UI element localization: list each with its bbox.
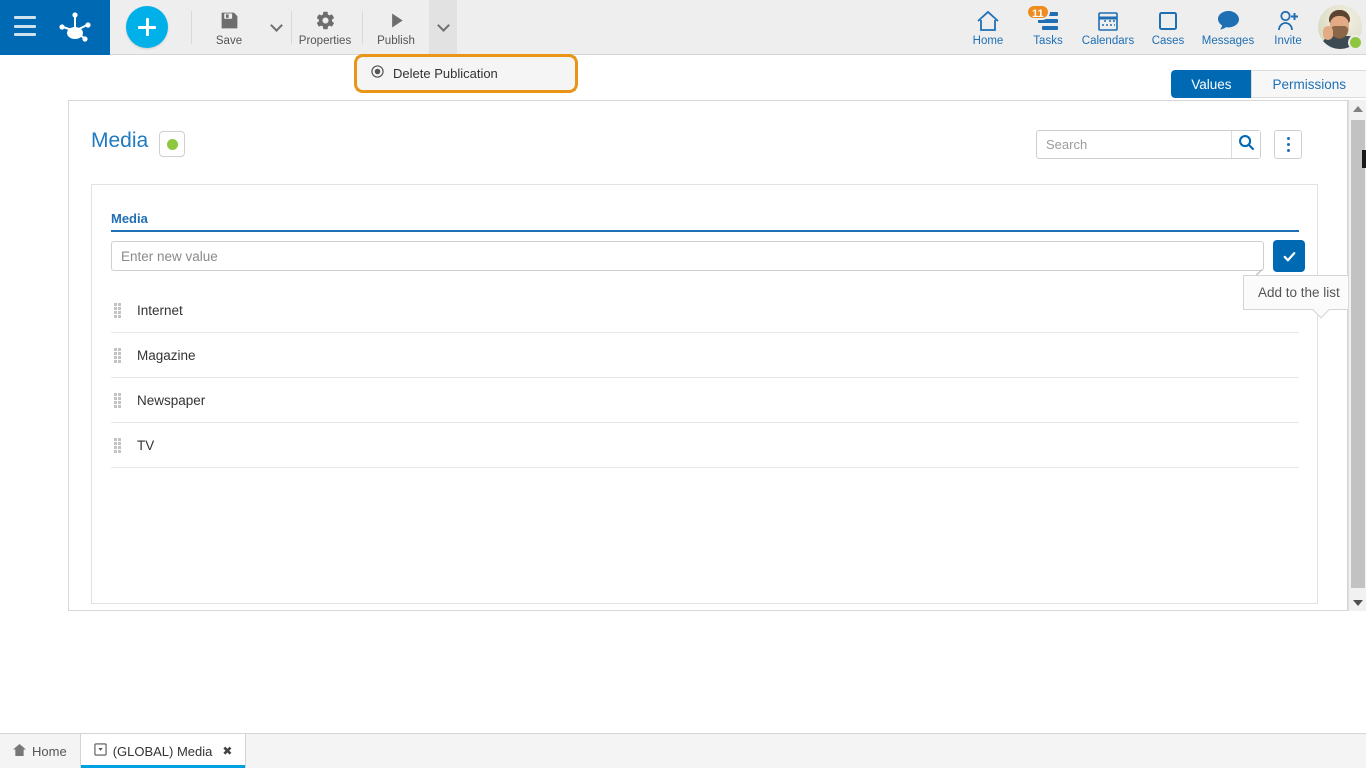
save-icon	[219, 8, 240, 32]
publish-label: Publish	[377, 35, 415, 47]
list-item-label: Magazine	[137, 347, 196, 363]
global-nav: Home 11 Tasks Calendars Cases Messages I…	[958, 0, 1318, 55]
taskbar-tab-global-media[interactable]: (GLOBAL) Media ✖	[79, 734, 247, 768]
calendar-icon	[1097, 8, 1119, 33]
gear-icon	[315, 8, 336, 32]
kebab-menu-icon[interactable]	[1274, 130, 1302, 159]
field-label-media: Media	[111, 211, 148, 226]
nav-item-invite[interactable]: Invite	[1258, 0, 1318, 55]
scroll-down-arrow-icon[interactable]	[1349, 594, 1366, 611]
list-item[interactable]: Newspaper	[111, 378, 1299, 423]
properties-label: Properties	[298, 35, 352, 47]
invite-user-icon	[1277, 8, 1300, 33]
scroll-up-arrow-icon[interactable]	[1349, 100, 1366, 117]
status-badge	[1348, 35, 1363, 50]
menu-item-delete-publication[interactable]: Delete Publication	[356, 56, 576, 91]
vertical-scrollbar[interactable]	[1348, 100, 1366, 611]
window-icon	[94, 743, 107, 759]
page-title: Media	[91, 129, 149, 152]
search-button[interactable]	[1231, 131, 1260, 158]
search-icon	[1238, 134, 1255, 156]
nav-item-messages[interactable]: Messages	[1198, 0, 1258, 55]
drag-handle-icon[interactable]	[114, 348, 128, 363]
message-icon	[1217, 8, 1240, 33]
cases-icon	[1157, 8, 1179, 33]
scrollbar-thumb[interactable]	[1351, 120, 1365, 588]
app-logo-icon[interactable]	[56, 9, 94, 47]
nav-item-home[interactable]: Home	[958, 0, 1018, 55]
taskbar-tab-label: (GLOBAL) Media	[112, 743, 213, 759]
publish-dropdown-chevron-down-icon[interactable]	[429, 0, 457, 55]
tooltip-arrow	[1312, 301, 1330, 319]
brand-panel	[0, 0, 110, 55]
nav-label-cases: Cases	[1151, 35, 1185, 47]
drag-handle-icon[interactable]	[114, 303, 128, 318]
taskbar-tab-home[interactable]: Home	[0, 734, 80, 768]
properties-button[interactable]: Properties	[291, 0, 359, 55]
search-input[interactable]	[1037, 131, 1231, 158]
list-item-label: Internet	[137, 302, 183, 318]
field-underline	[111, 230, 1299, 232]
nav-item-cases[interactable]: Cases	[1138, 0, 1198, 55]
tab-permissions[interactable]: Permissions	[1251, 70, 1366, 98]
taskbar: Home (GLOBAL) Media ✖	[0, 733, 1366, 768]
new-value-input[interactable]	[111, 241, 1264, 271]
list-item-label: TV	[137, 437, 155, 453]
list-item-label: Newspaper	[137, 392, 206, 408]
save-dropdown-chevron-down-icon[interactable]	[262, 0, 290, 55]
new-value-row	[111, 240, 1305, 279]
view-tabs: Values Permissions	[1171, 70, 1366, 98]
top-toolbar: Save Properties Publish Home 11 Tasks Ca…	[0, 0, 1366, 55]
close-icon[interactable]: ✖	[222, 744, 232, 758]
nav-label-invite: Invite	[1274, 35, 1302, 47]
home-small-icon	[13, 743, 26, 759]
tasks-badge: 11	[1026, 4, 1050, 20]
nav-label-messages: Messages	[1201, 35, 1255, 47]
nav-label-calendars: Calendars	[1081, 35, 1135, 47]
save-label: Save	[215, 35, 243, 47]
hamburger-icon[interactable]	[14, 16, 36, 36]
add-new-button[interactable]	[126, 6, 168, 48]
list-item[interactable]: Magazine	[111, 333, 1299, 378]
nav-item-calendars[interactable]: Calendars	[1078, 0, 1138, 55]
drag-handle-icon[interactable]	[114, 393, 128, 408]
content-card: Media Media	[68, 100, 1355, 611]
save-button[interactable]: Save	[200, 0, 258, 55]
play-icon	[386, 8, 407, 32]
scroll-position-marker	[1362, 150, 1366, 168]
toolbar-divider	[191, 11, 192, 44]
values-list: Internet Magazine Newspaper TV	[111, 288, 1299, 468]
nav-item-tasks[interactable]: 11 Tasks	[1018, 0, 1078, 55]
toolbar-divider	[362, 11, 363, 44]
taskbar-tab-label: Home	[32, 743, 67, 759]
home-icon	[976, 8, 1000, 33]
list-item[interactable]: TV	[111, 423, 1299, 468]
publish-button[interactable]: Publish	[368, 0, 424, 55]
nav-label-tasks: Tasks	[1033, 35, 1063, 47]
values-panel: Media Add to the list Intern	[91, 184, 1355, 604]
nav-label-home: Home	[972, 35, 1004, 47]
tab-values[interactable]: Values	[1171, 70, 1252, 98]
list-item[interactable]: Internet	[111, 288, 1299, 333]
status-badge	[159, 131, 185, 157]
avatar[interactable]	[1318, 5, 1363, 50]
delete-publication-label: Delete Publication	[393, 66, 498, 81]
radio-filled-icon	[371, 64, 384, 83]
drag-handle-icon[interactable]	[114, 438, 128, 453]
search-box	[1036, 130, 1261, 159]
add-to-list-button[interactable]	[1273, 240, 1305, 272]
